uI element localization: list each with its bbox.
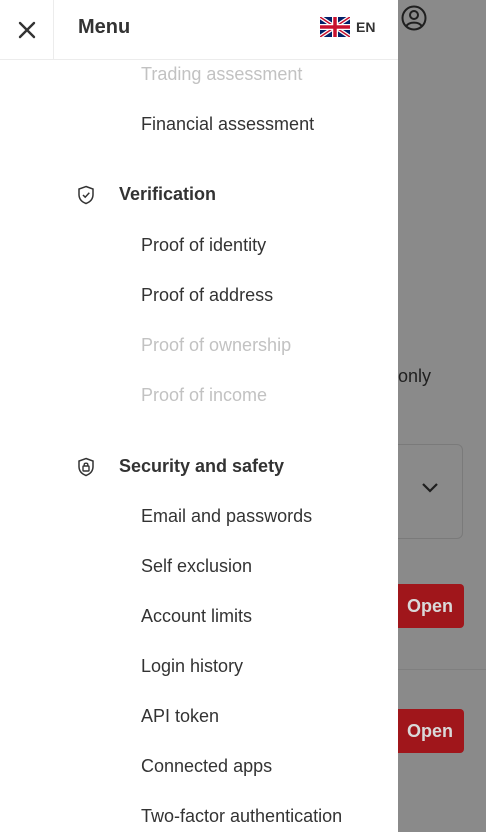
close-button[interactable]	[0, 0, 54, 59]
menu-item-account-limits[interactable]: Account limits	[141, 606, 252, 627]
menu-item-api-token[interactable]: API token	[141, 706, 219, 727]
section-security-and-safety[interactable]: Security and safety	[76, 456, 284, 477]
background-divider	[386, 669, 486, 670]
menu-item-proof-of-income: Proof of income	[141, 385, 268, 405]
section-verification[interactable]: Verification	[76, 184, 216, 205]
menu-title: Menu	[78, 16, 131, 38]
shield-lock-icon	[78, 457, 94, 476]
menu-item-email-and-passwords[interactable]: Email and passwords	[141, 506, 312, 527]
menu-item-two-factor-authentication[interactable]: Two-factor authentication	[141, 806, 342, 827]
menu-item-self-exclusion[interactable]: Self exclusion	[141, 556, 252, 577]
menu-item-login-history[interactable]: Login history	[141, 656, 243, 677]
language-code: EN	[356, 19, 376, 35]
account-avatar-icon[interactable]	[401, 5, 427, 31]
menu-item-connected-apps[interactable]: Connected apps	[141, 756, 272, 777]
menu-item-financial-assessment[interactable]: Financial assessment	[141, 114, 314, 135]
section-label-verification: Verification	[119, 184, 217, 204]
uk-flag-icon	[320, 17, 350, 37]
menu-drawer: Menu EN Trading assessment Financial ass…	[0, 0, 398, 832]
menu-item-proof-of-identity[interactable]: Proof of identity	[141, 235, 266, 256]
section-label-security-and-safety: Security and safety	[119, 456, 285, 476]
language-selector[interactable]: EN	[320, 17, 375, 37]
close-icon	[18, 21, 35, 38]
drawer-header: Menu EN	[0, 0, 398, 60]
shield-check-icon	[78, 185, 94, 204]
chevron-down-icon[interactable]	[420, 481, 440, 495]
menu-item-proof-of-ownership: Proof of ownership	[141, 335, 292, 355]
background-partial-text: only	[398, 366, 432, 386]
menu-item-proof-of-address[interactable]: Proof of address	[141, 285, 273, 306]
menu-item-trading-assessment: Trading assessment	[141, 64, 303, 84]
